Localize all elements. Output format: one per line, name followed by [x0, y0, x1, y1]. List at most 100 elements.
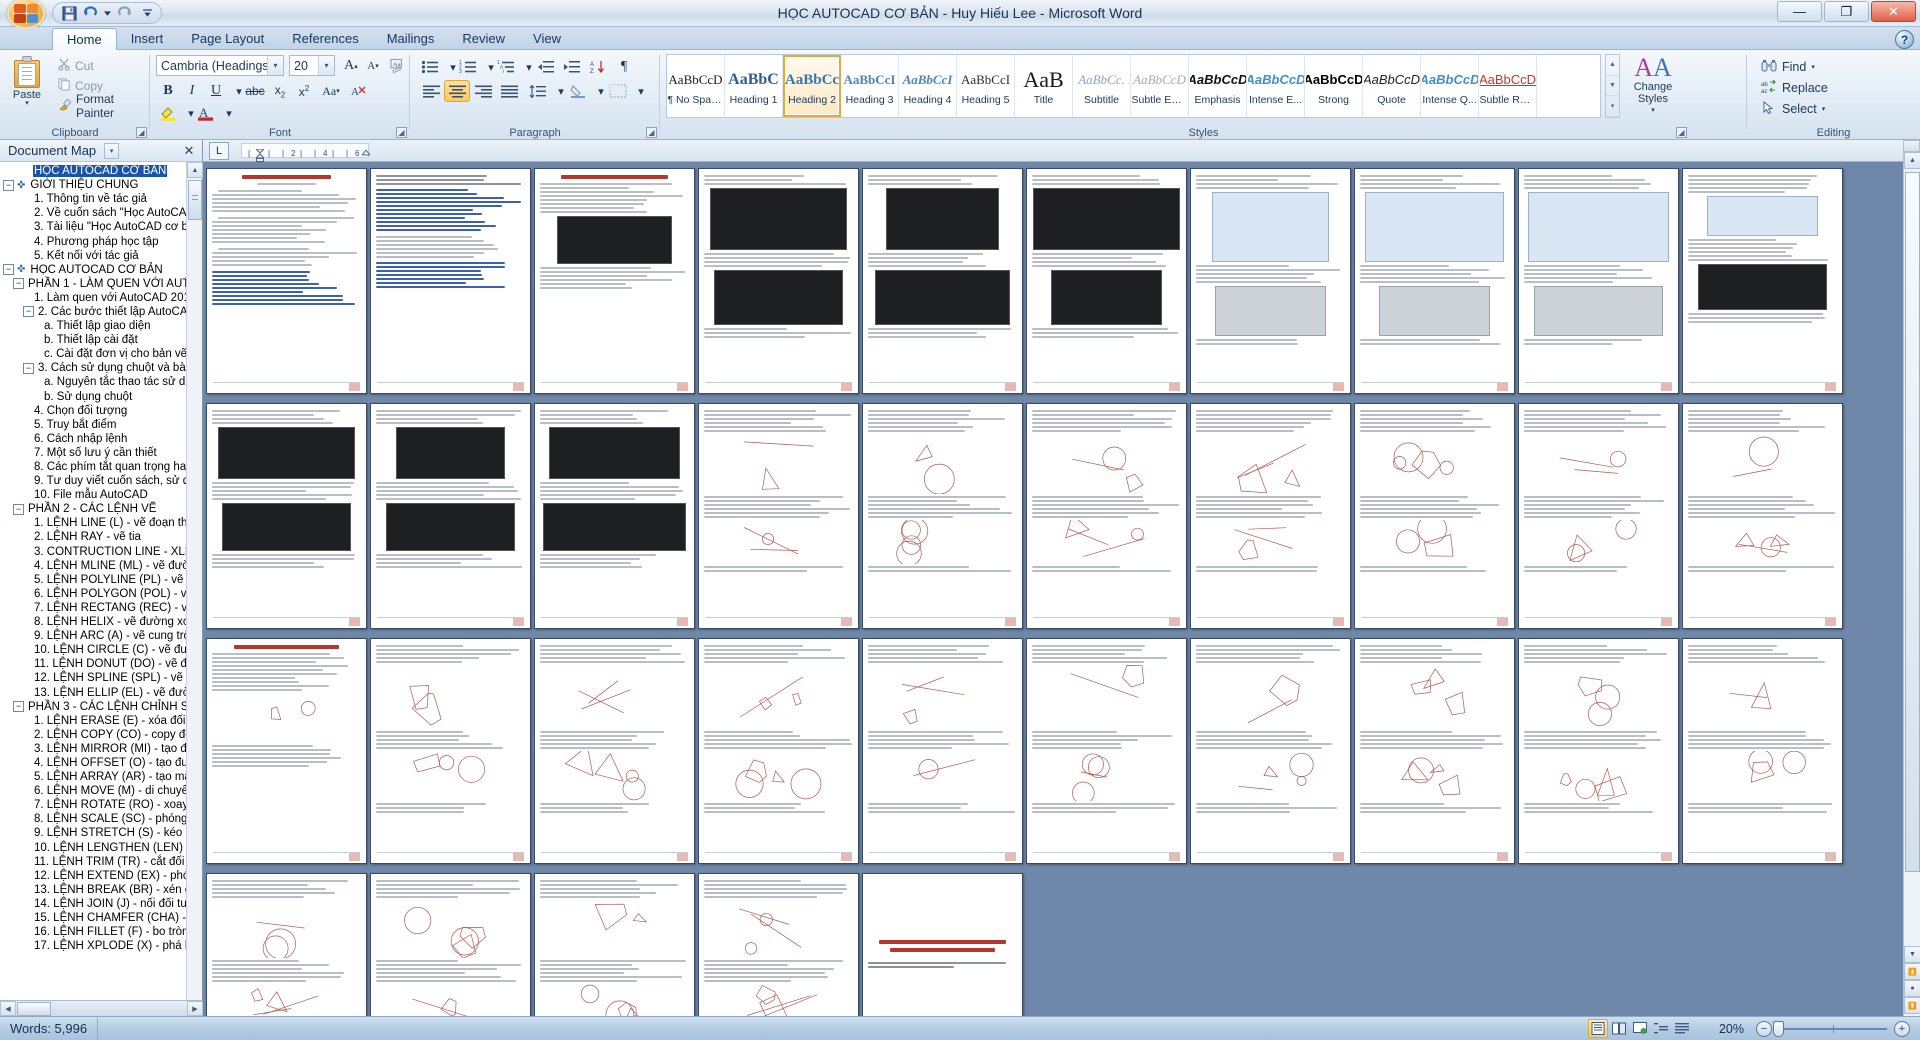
- page-thumbnail[interactable]: [698, 638, 859, 864]
- full-screen-reading-view-icon[interactable]: [1609, 1019, 1629, 1038]
- document-map-entry[interactable]: 12. LỆNH EXTEND (EX) - phóng: [0, 869, 196, 883]
- font-size-combobox[interactable]: 20 ▾: [289, 55, 335, 76]
- draft-view-icon[interactable]: [1672, 1019, 1692, 1038]
- page-thumbnail[interactable]: [1354, 638, 1515, 864]
- document-map-entry[interactable]: 3. LỆNH MIRROR (MI) - tạo đối: [0, 742, 196, 756]
- clipboard-dialog-launcher[interactable]: ◢: [136, 127, 147, 138]
- document-map-entry[interactable]: 6. Cách nhập lệnh: [0, 432, 196, 446]
- document-map-entry[interactable]: 4. LỆNH OFFSET (O) - tạo đường: [0, 756, 196, 770]
- page-thumbnail[interactable]: [1026, 168, 1187, 394]
- align-right-icon[interactable]: [470, 80, 496, 102]
- document-map-entry[interactable]: −3. Cách sử dụng chuột và bàn phím: [0, 361, 196, 375]
- paragraph-dialog-launcher[interactable]: ◢: [646, 127, 657, 138]
- document-map-entry[interactable]: 5. Truy bắt điểm: [0, 418, 196, 432]
- page-thumbnail[interactable]: [1190, 638, 1351, 864]
- grow-font-button[interactable]: A ▴: [340, 55, 362, 77]
- document-map-entry[interactable]: 13. LỆNH ELLIP (EL) - vẽ đường: [0, 685, 196, 699]
- shading-icon[interactable]: [566, 80, 590, 102]
- style-item-heading-4[interactable]: AaBbCcI Heading 4: [899, 55, 957, 117]
- subscript-button[interactable]: x2: [268, 80, 292, 102]
- horizontal-ruler[interactable]: | | | 2 | | 4 | | 6: [241, 143, 372, 162]
- page-thumbnail[interactable]: [1190, 403, 1351, 629]
- justify-icon[interactable]: [496, 80, 522, 102]
- font-name-combobox[interactable]: Cambria (Headings) ▾: [156, 55, 284, 76]
- font-name-dropdown-icon[interactable]: ▾: [267, 56, 283, 75]
- document-map-entry[interactable]: 8. LỆNH HELIX - vẽ đường xoắn: [0, 615, 196, 629]
- strikethrough-button[interactable]: abc: [242, 80, 268, 102]
- document-map-entry[interactable]: 7. Một số lưu ý cần thiết: [0, 446, 196, 460]
- page-thumbnail[interactable]: [862, 168, 1023, 394]
- page-thumbnail[interactable]: [1682, 638, 1843, 864]
- change-case-button[interactable]: Aa: [386, 55, 410, 77]
- style-item-subtle-em[interactable]: AaBbCcD Subtle Em...: [1131, 55, 1189, 117]
- document-map-entry[interactable]: 8. Các phím tắt quan trọng hay dùng: [0, 460, 196, 474]
- bullets-icon[interactable]: [418, 56, 442, 78]
- show-formatting-marks-icon[interactable]: ¶: [612, 56, 636, 78]
- find-button[interactable]: Find ▾: [1757, 57, 1819, 77]
- document-map-entry[interactable]: 9. LỆNH STRETCH (S) - kéo giãn: [0, 826, 196, 840]
- document-map-entry[interactable]: 5. Kết nối với tác giả: [0, 249, 196, 263]
- document-map-entry[interactable]: 2. LỆNH COPY (CO) - copy đối: [0, 728, 196, 742]
- outline-view-icon[interactable]: [1651, 1019, 1671, 1038]
- select-browse-object-icon[interactable]: ●: [1904, 980, 1920, 997]
- style-item-emphasis[interactable]: AaBbCcD Emphasis: [1189, 55, 1247, 117]
- right-indent-marker-icon[interactable]: [360, 149, 372, 158]
- maximize-button[interactable]: ❐: [1824, 1, 1869, 22]
- document-map-entry[interactable]: 4. Chọn đối tượng: [0, 404, 196, 418]
- document-map-entry[interactable]: b. Thiết lập cài đặt: [0, 333, 196, 347]
- page-thumbnail[interactable]: [206, 403, 367, 629]
- document-map-entry[interactable]: 10. LỆNH CIRCLE (C) - vẽ đường: [0, 643, 196, 657]
- document-map-entry[interactable]: 12. LỆNH SPLINE (SPL) - vẽ đư: [0, 671, 196, 685]
- page-thumbnail[interactable]: [206, 168, 367, 394]
- align-center-icon[interactable]: [444, 80, 470, 102]
- style-item-heading-1[interactable]: AaBbC Heading 1: [725, 55, 783, 117]
- document-map-entry[interactable]: a. Thiết lập giao diện: [0, 319, 196, 333]
- expand-collapse-icon[interactable]: −: [13, 503, 24, 515]
- ribbon-tab-view[interactable]: View: [519, 28, 575, 50]
- document-map-entry[interactable]: 17. LỆNH XPLODE (X) - phá khối: [0, 939, 196, 953]
- page-thumbnail[interactable]: [1354, 168, 1515, 394]
- document-map-hscrollbar[interactable]: ◀ ▶: [0, 1000, 203, 1016]
- page-thumbnail[interactable]: [1026, 403, 1187, 629]
- document-map-entry[interactable]: 3. CONTRUCTION LINE - XLINE: [0, 545, 196, 559]
- expand-collapse-icon[interactable]: −: [3, 264, 14, 276]
- document-map-entry[interactable]: 11. LỆNH TRIM (TR) - cắt đối t: [0, 855, 196, 869]
- sort-icon[interactable]: AZ: [586, 56, 610, 78]
- page-thumbnail[interactable]: [1354, 403, 1515, 629]
- borders-dropdown-icon[interactable]: ▾: [630, 80, 652, 102]
- page-thumbnail[interactable]: [862, 403, 1023, 629]
- style-item-title[interactable]: AaB Title: [1015, 55, 1073, 117]
- document-map-entry[interactable]: b. Sử dụng chuột: [0, 390, 196, 404]
- line-spacing-icon[interactable]: [526, 80, 550, 102]
- page-thumbnail[interactable]: [1682, 168, 1843, 394]
- document-vertical-scrollbar[interactable]: ▲ ▼ ⏫ ● ⏬: [1903, 140, 1920, 1016]
- page-thumbnail[interactable]: [206, 638, 367, 864]
- gallery-more-icon[interactable]: ▾: [1606, 96, 1619, 118]
- vscroll-down-icon[interactable]: ▼: [1904, 946, 1920, 963]
- style-item-heading-5[interactable]: AaBbCcI Heading 5: [957, 55, 1015, 117]
- document-map-entry[interactable]: 4. Phương pháp học tập: [0, 234, 196, 248]
- ribbon-tab-home[interactable]: Home: [52, 28, 117, 50]
- document-map-entry[interactable]: 1. LỆNH ERASE (E) - xóa đối tượng: [0, 714, 196, 728]
- document-map-entry[interactable]: 7. LỆNH ROTATE (RO) - xoay: [0, 798, 196, 812]
- document-map-close-icon[interactable]: ✕: [180, 143, 198, 159]
- paste-button[interactable]: Paste ▾: [6, 54, 48, 116]
- document-map-entry[interactable]: 1. Làm quen với AutoCAD 2015: [0, 291, 196, 305]
- font-dialog-launcher[interactable]: ◢: [396, 127, 407, 138]
- zoom-in-button[interactable]: +: [1894, 1020, 1910, 1037]
- change-styles-button[interactable]: AA Change Styles ▾: [1626, 54, 1680, 118]
- change-case-button-2[interactable]: Aa ▾: [316, 80, 346, 102]
- zoom-slider-handle[interactable]: [1773, 1020, 1784, 1037]
- document-map-entry[interactable]: − ✜ HỌC AUTOCAD CƠ BẢN: [0, 263, 196, 277]
- document-map-entry[interactable]: 8. LỆNH SCALE (SC) - phóng to: [0, 812, 196, 826]
- docmap-scroll-thumb[interactable]: [188, 180, 202, 220]
- document-map-entry[interactable]: c. Cài đặt đơn vị cho bản vẽ: [0, 347, 196, 361]
- style-item-no-spaci[interactable]: AaBbCcD ¶ No Spaci...: [667, 55, 725, 117]
- page-thumbnail[interactable]: [1518, 168, 1679, 394]
- bold-button[interactable]: B: [156, 80, 180, 102]
- document-map-entry[interactable]: 1. Thông tin về tác giả: [0, 192, 196, 206]
- page-thumbnail[interactable]: [1518, 403, 1679, 629]
- page-thumbnail[interactable]: [698, 873, 859, 1016]
- ribbon-tab-review[interactable]: Review: [448, 28, 519, 50]
- page-thumbnail[interactable]: [206, 873, 367, 1016]
